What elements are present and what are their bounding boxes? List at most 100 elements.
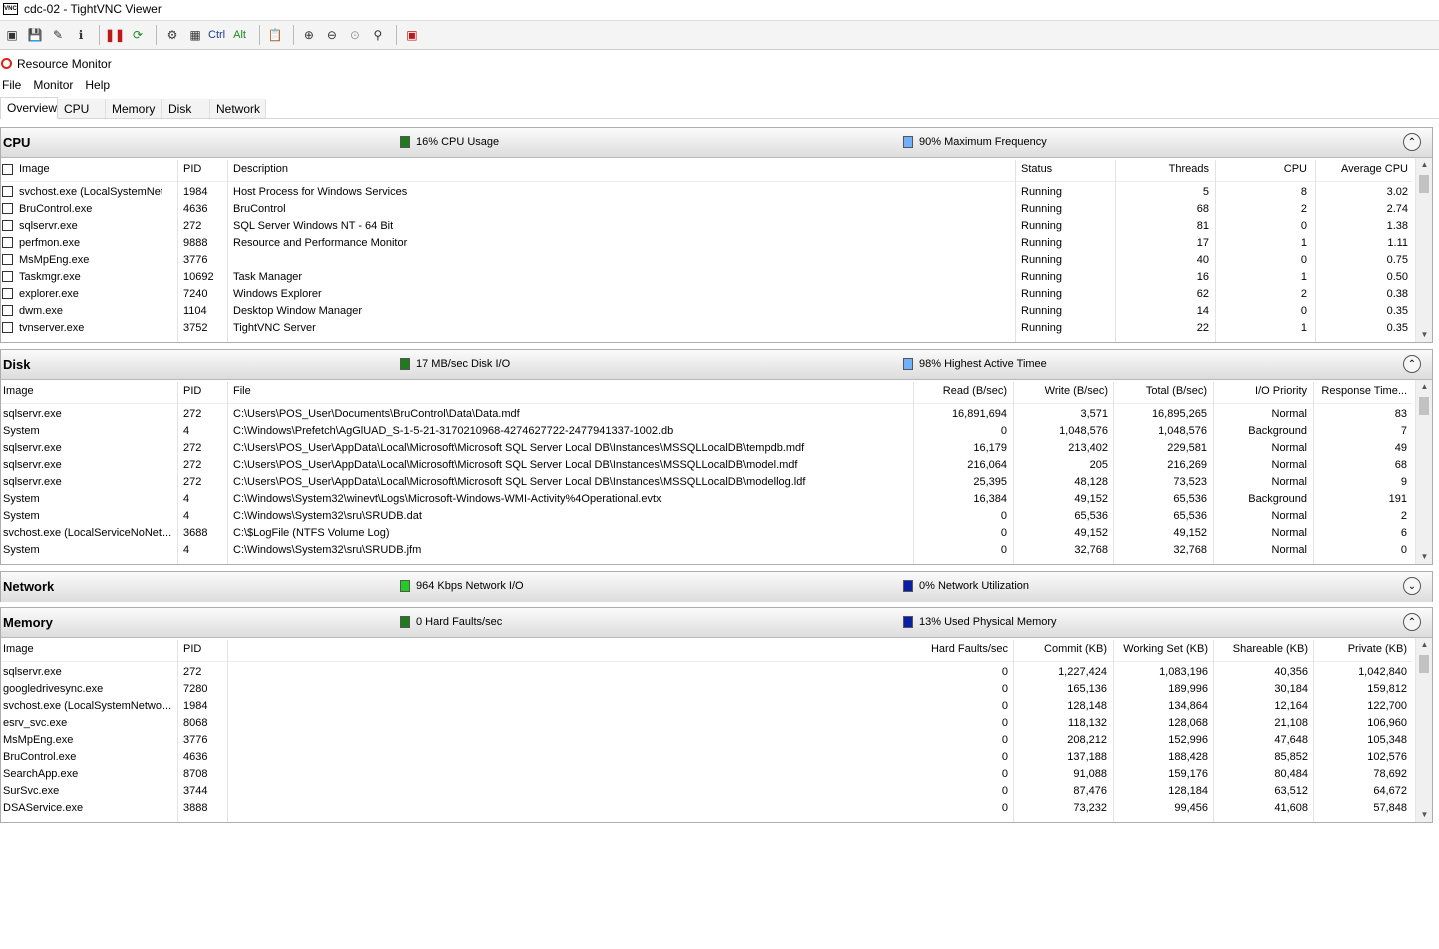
table-row[interactable]: System 4 C:\Windows\System32\winevt\Logs\M… xyxy=(1,491,1412,508)
table-row[interactable]: googledrivesync.exe 7280 0 165,136 189,996 30… xyxy=(1,681,1412,698)
row-checkbox[interactable] xyxy=(2,322,13,333)
row-checkbox[interactable] xyxy=(2,271,13,282)
select-all-checkbox[interactable] xyxy=(2,164,13,175)
column-header[interactable]: Threads xyxy=(1111,163,1209,175)
column-header[interactable]: Image xyxy=(19,163,162,175)
table-row[interactable]: MsMpEng.exe 3776 0 208,212 152,996 47,648 105,… xyxy=(1,732,1412,749)
scrollbar-thumb[interactable] xyxy=(1419,655,1429,673)
expand-icon[interactable]: ⌄ xyxy=(1403,577,1421,595)
table-row[interactable]: esrv_svc.exe 8068 0 118,132 128,068 21,108 106… xyxy=(1,715,1412,732)
table-row[interactable]: DSAService.exe 3888 0 73,232 99,456 41,608 57,… xyxy=(1,800,1412,817)
column-header[interactable]: PID xyxy=(183,163,223,175)
vertical-scrollbar[interactable]: ▲ ▼ xyxy=(1415,380,1432,564)
column-header[interactable]: Working Set (KB) xyxy=(1113,643,1208,655)
tab-disk[interactable]: Disk xyxy=(162,99,210,119)
table-row[interactable]: Taskmgr.exe 10692 Task Manager Running 16 1 0.… xyxy=(1,269,1412,286)
scroll-down-icon[interactable]: ▼ xyxy=(1416,550,1432,564)
scroll-down-icon[interactable]: ▼ xyxy=(1416,808,1432,822)
table-row[interactable]: System 4 C:\Windows\Prefetch\AgGlUAD_S-1-5… xyxy=(1,423,1412,440)
save-icon[interactable]: 💾 xyxy=(25,25,45,45)
column-header[interactable]: Shareable (KB) xyxy=(1214,643,1308,655)
clipboard-icon[interactable]: 📋 xyxy=(265,25,285,45)
scrollbar-thumb[interactable] xyxy=(1419,397,1429,415)
zoom-in-icon[interactable]: ⊕ xyxy=(299,25,319,45)
column-header[interactable]: CPU xyxy=(1213,163,1307,175)
row-checkbox[interactable] xyxy=(2,305,13,316)
column-header[interactable]: Read (B/sec) xyxy=(913,385,1007,397)
menu-file[interactable]: File xyxy=(2,78,21,92)
table-row[interactable]: System 4 C:\Windows\System32\sru\SRUDB.jfm… xyxy=(1,542,1412,559)
table-row[interactable]: sqlservr.exe 272 C:\Users\POS_User\AppData… xyxy=(1,440,1412,457)
table-row[interactable]: sqlservr.exe 272 C:\Users\POS_User\Documen… xyxy=(1,406,1412,423)
menu-help[interactable]: Help xyxy=(85,78,110,92)
column-header[interactable]: File xyxy=(233,385,909,397)
scroll-down-icon[interactable]: ▼ xyxy=(1416,328,1432,342)
disk-panel-header[interactable]: Disk 17 MB/sec Disk I/O 98% Highest Acti… xyxy=(1,350,1432,380)
table-row[interactable]: svchost.exe (LocalSystemNet... 1984 Host P… xyxy=(1,184,1412,201)
pause-icon[interactable]: ❚❚ xyxy=(105,25,125,45)
table-row[interactable]: sqlservr.exe 272 0 1,227,424 1,083,196 40,356… xyxy=(1,664,1412,681)
table-row[interactable]: svchost.exe (LocalSystemNetwo... 1984 0 128… xyxy=(1,698,1412,715)
network-panel-header[interactable]: Network 964 Kbps Network I/O 0% Network … xyxy=(1,572,1432,602)
collapse-icon[interactable]: ⌃ xyxy=(1403,133,1421,151)
table-row[interactable]: svchost.exe (LocalServiceNoNet... 3688 C:\… xyxy=(1,525,1412,542)
new-connection-icon[interactable]: ▣ xyxy=(2,25,22,45)
zoom-100-icon[interactable]: ⊙ xyxy=(345,25,365,45)
column-header[interactable]: Image xyxy=(3,643,173,655)
row-checkbox[interactable] xyxy=(2,220,13,231)
table-row[interactable]: System 4 C:\Windows\System32\sru\SRUDB.dat… xyxy=(1,508,1412,525)
scroll-up-icon[interactable]: ▲ xyxy=(1416,380,1432,394)
fullscreen-icon[interactable]: ▣ xyxy=(402,25,422,45)
table-row[interactable]: dwm.exe 1104 Desktop Window Manager Running… xyxy=(1,303,1412,320)
ctrl-key-button[interactable]: Ctrl xyxy=(208,29,225,41)
cpu-panel-header[interactable]: CPU 16% CPU Usage 90% Maximum Frequency … xyxy=(1,128,1432,158)
column-header[interactable]: Total (B/sec) xyxy=(1114,385,1207,397)
tab-network[interactable]: Network xyxy=(210,99,266,119)
table-row[interactable]: BruControl.exe 4636 0 137,188 188,428 85,852 1… xyxy=(1,749,1412,766)
column-header[interactable]: Image xyxy=(3,385,173,397)
scroll-up-icon[interactable]: ▲ xyxy=(1416,158,1432,172)
ctrl-alt-del-icon[interactable]: ⚙ xyxy=(162,25,182,45)
collapse-icon[interactable]: ⌃ xyxy=(1403,355,1421,373)
vertical-scrollbar[interactable]: ▲ ▼ xyxy=(1415,158,1432,342)
collapse-icon[interactable]: ⌃ xyxy=(1403,613,1421,631)
column-header[interactable]: Write (B/sec) xyxy=(1013,385,1108,397)
row-checkbox[interactable] xyxy=(2,237,13,248)
column-header[interactable]: Hard Faults/sec xyxy=(233,643,1008,655)
menu-monitor[interactable]: Monitor xyxy=(33,78,73,92)
memory-panel-header[interactable]: Memory 0 Hard Faults/sec 13% Used Physic… xyxy=(1,608,1432,638)
zoom-out-icon[interactable]: ⊖ xyxy=(322,25,342,45)
refresh-icon[interactable]: ⟳ xyxy=(128,25,148,45)
table-row[interactable]: perfmon.exe 9888 Resource and Performance … xyxy=(1,235,1412,252)
column-header[interactable]: PID xyxy=(183,643,223,655)
ctrl-esc-icon[interactable]: ▦ xyxy=(185,25,205,45)
table-row[interactable]: sqlservr.exe 272 C:\Users\POS_User\AppData… xyxy=(1,474,1412,491)
column-header[interactable]: I/O Priority xyxy=(1213,385,1307,397)
column-header[interactable]: Average CPU xyxy=(1311,163,1408,175)
vertical-scrollbar[interactable]: ▲ ▼ xyxy=(1415,638,1432,822)
row-checkbox[interactable] xyxy=(2,254,13,265)
column-header[interactable]: Status xyxy=(1021,163,1111,175)
column-header[interactable]: PID xyxy=(183,385,223,397)
column-header[interactable]: Commit (KB) xyxy=(1013,643,1107,655)
alt-key-button[interactable]: Alt xyxy=(233,29,246,41)
tab-memory[interactable]: Memory xyxy=(106,99,162,119)
table-row[interactable]: sqlservr.exe 272 SQL Server Windows NT - 6… xyxy=(1,218,1412,235)
table-row[interactable]: tvnserver.exe 3752 TightVNC Server Running 2… xyxy=(1,320,1412,337)
zoom-auto-icon[interactable]: ⚲ xyxy=(368,25,388,45)
row-checkbox[interactable] xyxy=(2,186,13,197)
options-icon[interactable]: ✎ xyxy=(48,25,68,45)
row-checkbox[interactable] xyxy=(2,288,13,299)
tab-cpu[interactable]: CPU xyxy=(58,99,106,119)
table-row[interactable]: explorer.exe 7240 Windows Explorer Running 6… xyxy=(1,286,1412,303)
row-checkbox[interactable] xyxy=(2,203,13,214)
table-row[interactable]: SurSvc.exe 3744 0 87,476 128,184 63,512 64,672 xyxy=(1,783,1412,800)
info-icon[interactable]: ℹ xyxy=(71,25,91,45)
column-header[interactable]: Private (KB) xyxy=(1313,643,1407,655)
tab-overview[interactable]: Overview xyxy=(0,97,58,119)
scrollbar-thumb[interactable] xyxy=(1419,175,1429,193)
table-row[interactable]: SearchApp.exe 8708 0 91,088 159,176 80,484 78,… xyxy=(1,766,1412,783)
column-header[interactable]: Response Time... xyxy=(1317,385,1407,397)
column-header[interactable]: Description xyxy=(233,163,1003,175)
table-row[interactable]: MsMpEng.exe 3776 Running 40 0 0.75 xyxy=(1,252,1412,269)
